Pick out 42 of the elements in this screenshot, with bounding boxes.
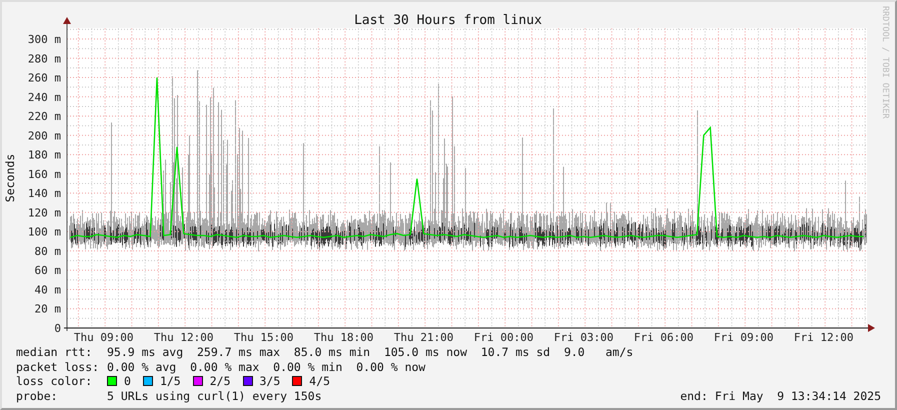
loss-color-label: 0	[124, 374, 131, 388]
y-tick-label: 60 m	[34, 264, 61, 278]
x-tick-label: Thu 15:00	[234, 331, 294, 344]
y-tick-label: 80 m	[34, 244, 61, 258]
y-tick-label: 100 m	[28, 226, 61, 239]
y-tick-label: 20 m	[34, 302, 61, 316]
y-tick-label: 160 m	[28, 168, 61, 181]
x-tick-label: Fri 00:00	[474, 331, 534, 344]
packet-loss-stats: 0.00 % avg 0.00 % max 0.00 % min 0.00 % now	[107, 360, 426, 374]
legend-label: loss color:	[16, 374, 94, 388]
credit-text: RRDTOOL / TOBI OETIKER	[880, 6, 890, 119]
y-tick-label: 280 m	[28, 52, 61, 66]
x-tick-label: Thu 12:00	[154, 331, 214, 344]
legend-label: probe:	[16, 388, 59, 403]
y-tick-label: 220 m	[28, 110, 61, 124]
y-tick-label: 120 m	[28, 206, 61, 220]
loss-color-label: 1/5	[160, 374, 181, 388]
chart-title: Last 30 Hours from linux	[354, 13, 542, 28]
legend-label: median rtt:	[16, 345, 94, 360]
loss-color-label: 2/5	[210, 374, 230, 388]
end-timestamp: end: Fri May 9 13:34:14 2025	[680, 388, 881, 403]
y-tick-label: 240 m	[28, 90, 61, 104]
median-rtt-stats: 95.9 ms avg 259.7 ms max 85.0 ms min 105.0 ms now 10.7 ms sd 9.0 am/s	[107, 345, 634, 360]
y-tick-label: 140 m	[28, 187, 61, 200]
y-tick-label: 0	[54, 322, 61, 335]
y-tick-label: 260 m	[28, 72, 61, 85]
x-tick-label: Fri 06:00	[634, 331, 694, 344]
loss-color-label: 3/5	[260, 374, 280, 388]
x-tick-label: Fri 09:00	[714, 331, 774, 344]
x-tick-label: Fri 03:00	[554, 331, 614, 344]
y-tick-label: 40 m	[34, 283, 61, 296]
x-tick-label: Thu 21:00	[394, 331, 454, 344]
x-tick-label: Thu 18:00	[314, 331, 374, 344]
y-tick-label: 180 m	[28, 148, 61, 162]
y-tick-label: 300 m	[28, 33, 61, 46]
x-tick-label: Thu 09:00	[74, 331, 134, 344]
x-tick-label: Fri 12:00	[794, 331, 854, 344]
legend-label: packet loss:	[16, 360, 100, 374]
loss-color-label: 4/5	[309, 374, 330, 388]
y-axis-label: Seconds	[3, 154, 17, 202]
y-tick-label: 200 m	[28, 129, 61, 142]
probe-description: 5 URLs using curl(1) every 150s	[107, 388, 322, 403]
